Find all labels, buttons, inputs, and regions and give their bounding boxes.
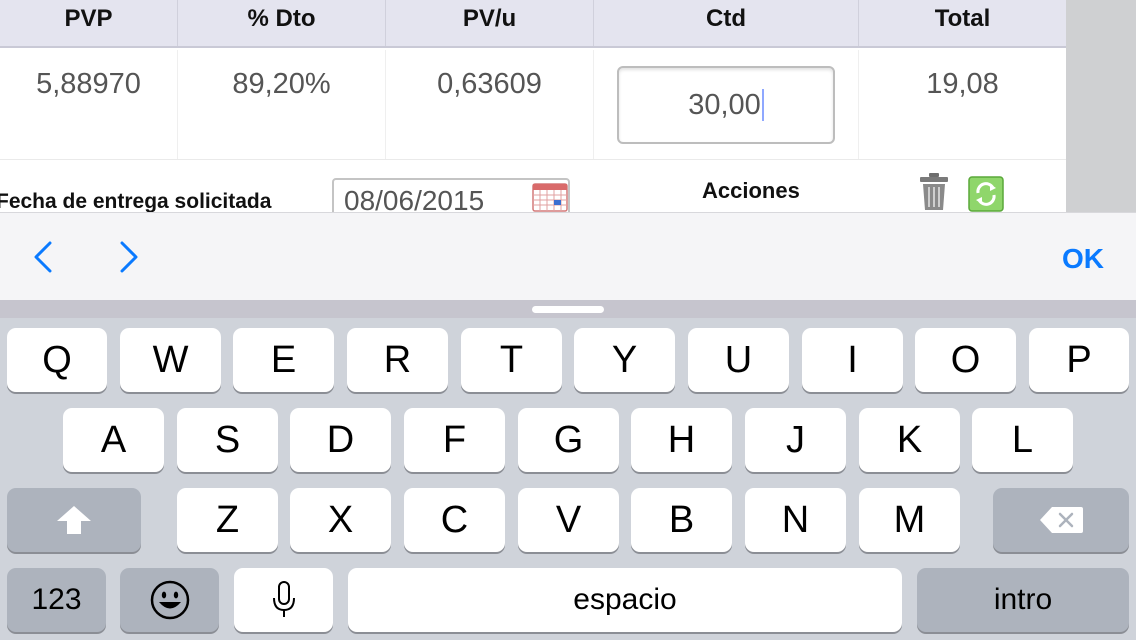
key-k[interactable]: K bbox=[859, 408, 960, 472]
ok-button[interactable]: OK bbox=[1062, 243, 1104, 275]
cell-pvu: 0,63609 bbox=[386, 50, 594, 159]
cell-pvp: 5,88970 bbox=[0, 50, 178, 159]
key-q[interactable]: Q bbox=[7, 328, 107, 392]
key-t[interactable]: T bbox=[461, 328, 562, 392]
key-z[interactable]: Z bbox=[177, 488, 278, 552]
key-c[interactable]: C bbox=[404, 488, 505, 552]
key-x[interactable]: X bbox=[290, 488, 391, 552]
emoji-key[interactable] bbox=[120, 568, 219, 632]
key-b[interactable]: B bbox=[631, 488, 732, 552]
cell-total: 19,08 bbox=[926, 68, 999, 100]
key-g[interactable]: G bbox=[518, 408, 619, 472]
column-header-total: Total bbox=[934, 5, 991, 32]
column-header-ctd: Ctd bbox=[594, 0, 859, 46]
key-h[interactable]: H bbox=[631, 408, 732, 472]
emoji-icon bbox=[150, 580, 189, 620]
key-w[interactable]: W bbox=[120, 328, 221, 392]
column-header-pvp: PVP bbox=[0, 0, 178, 46]
shift-key[interactable] bbox=[7, 488, 141, 552]
key-a[interactable]: A bbox=[63, 408, 164, 472]
key-o[interactable]: O bbox=[915, 328, 1016, 392]
web-content: PVP % Dto PV/u Ctd Total 5,88970 89,20% … bbox=[0, 0, 1136, 212]
key-l[interactable]: L bbox=[972, 408, 1073, 472]
key-d[interactable]: D bbox=[290, 408, 391, 472]
next-field-icon[interactable] bbox=[108, 235, 148, 279]
key-s[interactable]: S bbox=[177, 408, 278, 472]
key-i[interactable]: I bbox=[802, 328, 903, 392]
key-f[interactable]: F bbox=[404, 408, 505, 472]
text-caret bbox=[761, 89, 764, 121]
delete-key[interactable] bbox=[993, 488, 1129, 552]
key-y[interactable]: Y bbox=[574, 328, 675, 392]
backspace-icon bbox=[1040, 507, 1083, 533]
microphone-icon bbox=[272, 581, 295, 617]
key-m[interactable]: M bbox=[859, 488, 960, 552]
previous-field-icon[interactable] bbox=[24, 235, 64, 279]
dictation-key[interactable] bbox=[234, 568, 333, 632]
key-j[interactable]: J bbox=[745, 408, 846, 472]
key-e[interactable]: E bbox=[233, 328, 334, 392]
quantity-value: 30,00 bbox=[688, 88, 761, 121]
cell-ctd: 30,00 bbox=[594, 50, 859, 159]
key-n[interactable]: N bbox=[745, 488, 846, 552]
key-p[interactable]: P bbox=[1029, 328, 1129, 392]
shift-arrow-icon bbox=[57, 506, 91, 534]
trash-icon[interactable] bbox=[918, 172, 950, 212]
calendar-icon[interactable] bbox=[532, 182, 568, 212]
quantity-input[interactable]: 30,00 bbox=[617, 66, 835, 144]
actions-label: Acciones bbox=[702, 178, 800, 203]
refresh-icon[interactable] bbox=[968, 176, 1004, 212]
form-assistant-bar: OK bbox=[0, 212, 1136, 300]
page-side-gutter bbox=[1066, 0, 1136, 212]
cell-dto: 89,20% bbox=[178, 50, 386, 159]
table-row: 5,88970 89,20% 0,63609 30,00 19,08 bbox=[0, 50, 1066, 160]
space-key[interactable]: espacio bbox=[348, 568, 902, 632]
column-header-pvu: PV/u bbox=[386, 0, 594, 46]
order-options-row: Fecha de entrega solicitada 08/06/2015 A… bbox=[0, 162, 1066, 212]
key-v[interactable]: V bbox=[518, 488, 619, 552]
numbers-key[interactable]: 123 bbox=[7, 568, 106, 632]
table-header: PVP % Dto PV/u Ctd Total bbox=[0, 0, 1066, 48]
key-u[interactable]: U bbox=[688, 328, 789, 392]
virtual-keyboard: Q W E R T Y U I O P A S D F G H J K L Z … bbox=[0, 300, 1136, 640]
screen: PVP % Dto PV/u Ctd Total 5,88970 89,20% … bbox=[0, 0, 1136, 640]
key-r[interactable]: R bbox=[347, 328, 448, 392]
keyboard-handle[interactable] bbox=[532, 306, 604, 313]
return-key[interactable]: intro bbox=[917, 568, 1129, 632]
column-header-dto: % Dto bbox=[178, 0, 386, 46]
delivery-date-label: Fecha de entrega solicitada bbox=[0, 190, 272, 212]
